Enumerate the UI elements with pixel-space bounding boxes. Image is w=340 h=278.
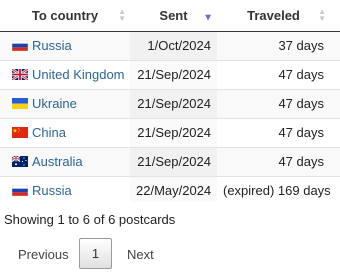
column-header-country[interactable]: To country ▲ ▼ xyxy=(0,0,130,32)
traveled-cell: 47 days xyxy=(217,118,330,148)
table-row: United Kingdom 21/Sep/2024 47 days xyxy=(0,60,340,90)
country-cell: Russia xyxy=(0,31,130,61)
sent-cell: 21/Sep/2024 xyxy=(130,147,217,177)
extra-cell xyxy=(330,60,340,90)
extra-cell xyxy=(330,147,340,177)
column-header-country-label: To country xyxy=(31,7,99,23)
extra-cell xyxy=(330,118,340,148)
column-header-traveled-label: Traveled xyxy=(247,7,300,23)
column-header-sent[interactable]: Sent ▼ xyxy=(130,0,217,32)
sort-both-icon: ▲ ▼ xyxy=(318,7,326,24)
australia-flag-icon xyxy=(12,156,28,167)
next-page-button[interactable]: Next xyxy=(127,247,154,262)
sent-cell: 22/May/2024 xyxy=(130,176,217,202)
sent-cell: 1/Oct/2024 xyxy=(130,31,217,61)
column-header-traveled[interactable]: Traveled ▲ ▼ xyxy=(217,0,330,32)
column-header-extra[interactable] xyxy=(330,0,340,32)
table-row: Ukraine 21/Sep/2024 47 days xyxy=(0,89,340,119)
extra-cell xyxy=(330,89,340,119)
country-link[interactable]: Russia xyxy=(32,38,72,53)
page-1-button[interactable]: 1 xyxy=(79,238,112,269)
country-cell: China xyxy=(0,118,130,148)
previous-page-button[interactable]: Previous xyxy=(18,247,69,262)
country-link[interactable]: Australia xyxy=(32,154,83,169)
russia-flag-icon xyxy=(12,185,28,196)
table-row: China 21/Sep/2024 47 days xyxy=(0,118,340,148)
country-cell: Russia xyxy=(0,176,130,202)
postcards-table: To country ▲ ▼ Sent ▼ Traveled ▲ ▼ Russia xyxy=(0,0,340,202)
extra-cell xyxy=(330,176,340,202)
country-cell: United Kingdom xyxy=(0,60,130,90)
sent-cell: 21/Sep/2024 xyxy=(130,89,217,119)
traveled-cell: 47 days xyxy=(217,89,330,119)
uk-flag-icon xyxy=(12,69,28,80)
column-header-sent-label: Sent xyxy=(159,7,188,23)
china-flag-icon xyxy=(12,127,28,138)
table-info-text: Showing 1 to 6 of 6 postcards xyxy=(4,212,176,227)
sort-descending-icon: ▼ xyxy=(203,12,213,24)
country-cell: Ukraine xyxy=(0,89,130,119)
traveled-cell: 37 days xyxy=(217,31,330,61)
sort-both-icon: ▲ ▼ xyxy=(118,7,126,24)
table-row: Russia 22/May/2024 (expired) 169 days xyxy=(0,176,340,202)
sent-cell: 21/Sep/2024 xyxy=(130,118,217,148)
russia-flag-icon xyxy=(12,40,28,51)
traveled-cell: (expired) 169 days xyxy=(217,176,330,202)
table-row: Russia 1/Oct/2024 37 days xyxy=(0,31,340,61)
pagination: Previous 1 Next xyxy=(0,238,340,270)
country-link[interactable]: Ukraine xyxy=(32,96,77,111)
table-row: Australia 21/Sep/2024 47 days xyxy=(0,147,340,177)
country-link[interactable]: China xyxy=(32,125,66,140)
country-link[interactable]: United Kingdom xyxy=(32,67,125,82)
sent-cell: 21/Sep/2024 xyxy=(130,60,217,90)
postcards-table-container: To country ▲ ▼ Sent ▼ Traveled ▲ ▼ Russia xyxy=(0,0,340,202)
table-header: To country ▲ ▼ Sent ▼ Traveled ▲ ▼ xyxy=(0,0,340,32)
extra-cell xyxy=(330,31,340,61)
country-link[interactable]: Russia xyxy=(32,183,72,198)
traveled-cell: 47 days xyxy=(217,147,330,177)
ukraine-flag-icon xyxy=(12,98,28,109)
country-cell: Australia xyxy=(0,147,130,177)
traveled-cell: 47 days xyxy=(217,60,330,90)
